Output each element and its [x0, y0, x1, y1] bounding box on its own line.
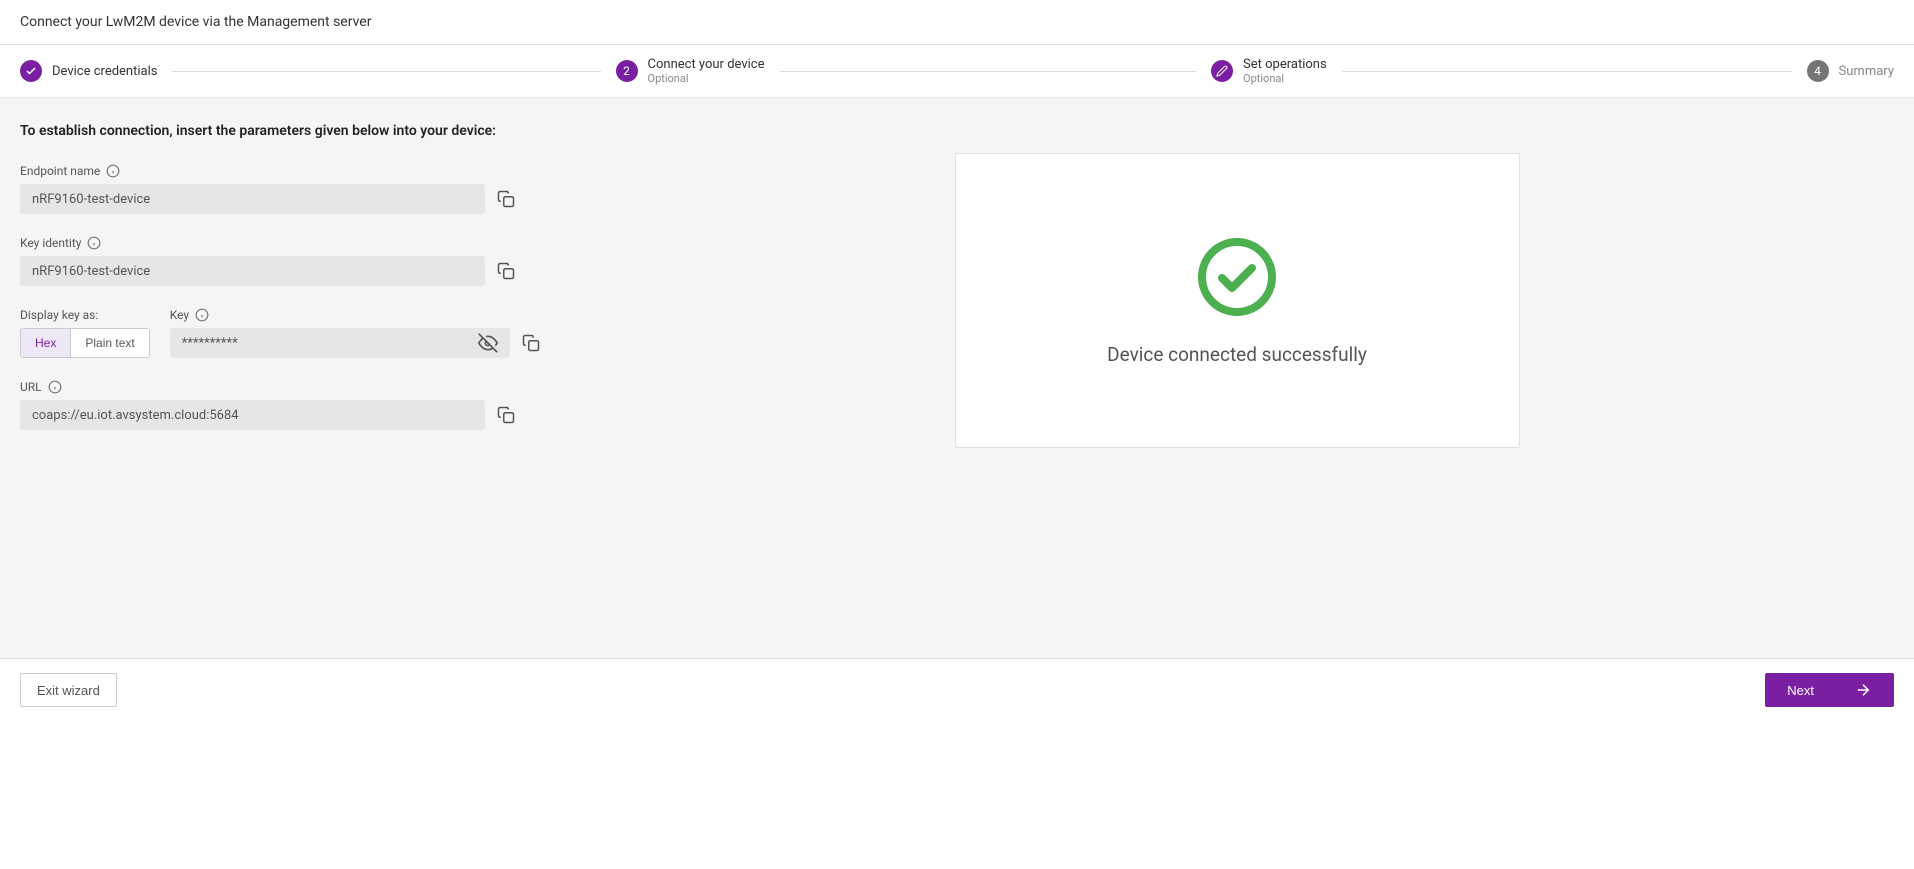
- success-message: Device connected successfully: [1107, 343, 1367, 366]
- key-identity-group: Key identity nRF9160-test-device: [20, 236, 540, 286]
- parameters-panel: To establish connection, insert the para…: [20, 123, 540, 633]
- success-card: Device connected successfully: [955, 153, 1520, 448]
- display-key-as-label: Display key as:: [20, 308, 150, 322]
- wizard-content: To establish connection, insert the para…: [0, 98, 1914, 658]
- info-icon[interactable]: [106, 164, 120, 178]
- info-icon[interactable]: [48, 380, 62, 394]
- url-group: URL coaps://eu.iot.avsystem.cloud:5684: [20, 380, 540, 430]
- page-title: Connect your LwM2M device via the Manage…: [20, 14, 1894, 30]
- key-value: **********: [170, 328, 510, 358]
- step-connector: [780, 71, 1197, 72]
- wizard-stepper: Device credentials 2 Connect your device…: [0, 45, 1914, 98]
- step-icon-number: 2: [616, 60, 638, 82]
- key-label: Key: [170, 308, 540, 322]
- step-icon-number: 4: [1807, 60, 1829, 82]
- step-sublabel: Optional: [648, 72, 765, 85]
- page-header: Connect your LwM2M device via the Manage…: [0, 0, 1914, 45]
- exit-wizard-button[interactable]: Exit wizard: [20, 673, 117, 707]
- key-group: Display key as: Hex Plain text Key: [20, 308, 540, 358]
- info-icon[interactable]: [87, 236, 101, 250]
- step-connector: [1342, 71, 1792, 72]
- step-connect-device[interactable]: 2 Connect your device Optional: [616, 57, 1212, 85]
- arrow-right-icon: [1854, 681, 1872, 699]
- success-check-icon: [1196, 236, 1278, 318]
- step-device-credentials[interactable]: Device credentials: [20, 60, 616, 82]
- step-label: Connect your device: [648, 57, 765, 72]
- hex-toggle[interactable]: Hex: [21, 329, 70, 357]
- key-identity-label: Key identity: [20, 236, 540, 250]
- step-set-operations[interactable]: Set operations Optional: [1211, 57, 1807, 85]
- step-icon-edit: [1211, 60, 1233, 82]
- key-identity-value: nRF9160-test-device: [20, 256, 485, 286]
- next-button[interactable]: Next: [1765, 673, 1894, 707]
- step-label: Device credentials: [52, 64, 157, 79]
- endpoint-name-group: Endpoint name nRF9160-test-device: [20, 164, 540, 214]
- endpoint-name-value: nRF9160-test-device: [20, 184, 485, 214]
- copy-icon[interactable]: [522, 334, 540, 352]
- copy-icon[interactable]: [497, 262, 515, 280]
- plaintext-toggle[interactable]: Plain text: [70, 329, 148, 357]
- instruction-text: To establish connection, insert the para…: [20, 123, 540, 139]
- step-connector: [172, 71, 600, 72]
- copy-icon[interactable]: [497, 190, 515, 208]
- visibility-off-icon[interactable]: [478, 333, 498, 353]
- wizard-footer: Exit wizard Next: [0, 658, 1914, 721]
- url-label: URL: [20, 380, 540, 394]
- copy-icon[interactable]: [497, 406, 515, 424]
- info-icon[interactable]: [195, 308, 209, 322]
- status-panel: Device connected successfully: [580, 123, 1894, 633]
- step-label: Summary: [1839, 64, 1894, 79]
- step-sublabel: Optional: [1243, 72, 1327, 85]
- url-value: coaps://eu.iot.avsystem.cloud:5684: [20, 400, 485, 430]
- step-icon-check: [20, 60, 42, 82]
- step-summary[interactable]: 4 Summary: [1807, 60, 1894, 82]
- step-label: Set operations: [1243, 57, 1327, 72]
- endpoint-name-label: Endpoint name: [20, 164, 540, 178]
- display-key-toggle: Hex Plain text: [20, 328, 150, 358]
